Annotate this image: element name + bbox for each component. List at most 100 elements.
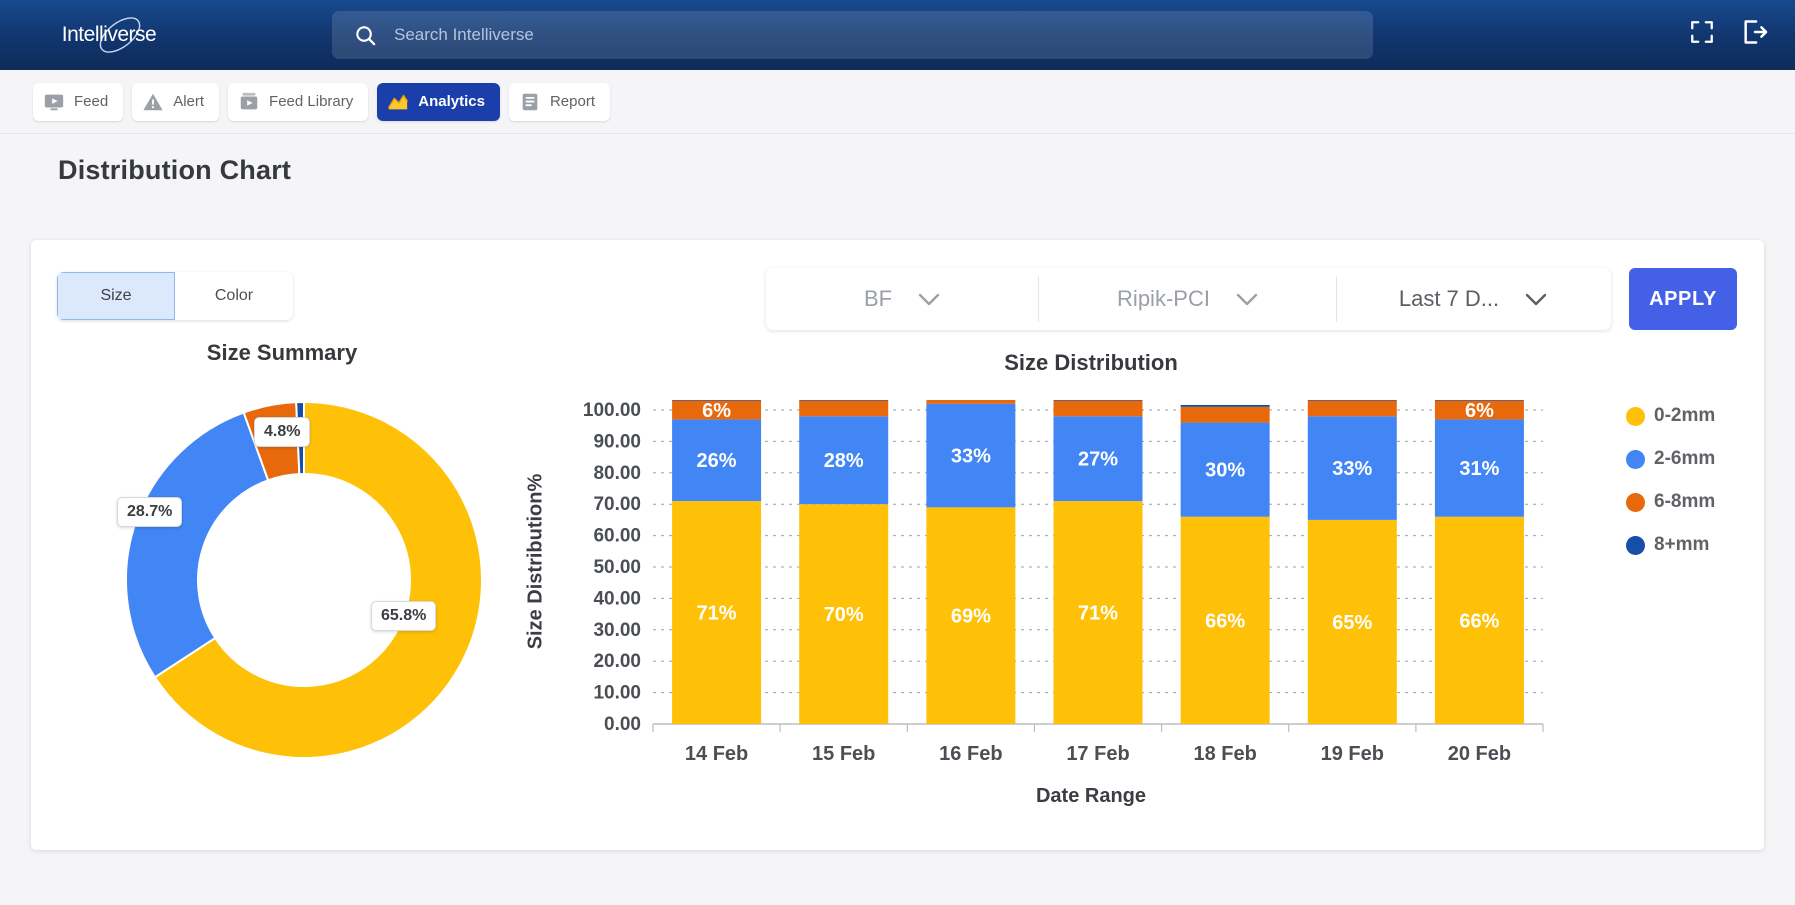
bar-segment-8+mm[interactable]	[1308, 400, 1397, 401]
bar-value-label: 70%	[824, 604, 864, 626]
tab-alert[interactable]: Alert	[132, 83, 219, 121]
donut-slice-2-6mm[interactable]	[126, 413, 268, 678]
size-summary-donut: 65.8% 28.7% 4.8%	[109, 385, 499, 775]
x-axis-tick-label: 19 Feb	[1321, 743, 1384, 765]
furnace-dropdown-value: BF	[864, 286, 892, 312]
bar-value-label: 33%	[951, 446, 991, 468]
page-header: Distribution Chart	[0, 134, 1795, 206]
page-title: Distribution Chart	[58, 155, 291, 186]
bar-chart-title: Size Distribution	[781, 350, 1401, 376]
x-axis-tick-label: 18 Feb	[1193, 743, 1256, 765]
y-axis-tick-label: 60.00	[593, 526, 641, 547]
bar-value-label: 33%	[1332, 458, 1372, 480]
plant-dropdown[interactable]: Ripik-PCI	[1039, 268, 1336, 330]
furnace-dropdown[interactable]: BF	[766, 268, 1038, 330]
date-range-dropdown-value: Last 7 D...	[1399, 286, 1499, 312]
donut-chart-title: Size Summary	[87, 340, 477, 366]
y-axis-tick-label: 10.00	[593, 683, 641, 704]
chevron-down-icon	[1236, 293, 1258, 306]
tab-label: Analytics	[418, 93, 485, 110]
toggle-option-size[interactable]: Size	[57, 272, 175, 320]
legend-label: 0-2mm	[1654, 405, 1715, 427]
tab-report[interactable]: Report	[509, 83, 610, 121]
bar-segment-8+mm[interactable]	[1054, 400, 1143, 401]
bar-value-label: 31%	[1459, 458, 1499, 480]
legend-color-dot	[1626, 450, 1645, 469]
bar-segment-6-8mm[interactable]	[1181, 407, 1270, 423]
legend-color-dot	[1626, 493, 1645, 512]
legend-item-2-6mm[interactable]: 2-6mm	[1626, 448, 1715, 470]
legend-label: 2-6mm	[1654, 448, 1715, 470]
legend-item-6-8mm[interactable]: 6-8mm	[1626, 491, 1715, 513]
alert-triangle-icon	[142, 91, 164, 113]
x-axis-tick-label: 15 Feb	[812, 743, 875, 765]
donut-label-2-6mm: 28.7%	[117, 497, 182, 527]
bar-segment-6-8mm[interactable]	[799, 401, 888, 417]
chart-legend: 0-2mm 2-6mm 6-8mm 8+mm	[1626, 405, 1715, 577]
y-axis-tick-label: 70.00	[593, 494, 641, 515]
logout-icon[interactable]	[1741, 18, 1769, 46]
bar-value-label: 6%	[1465, 400, 1494, 422]
bar-value-label: 26%	[697, 450, 737, 472]
bar-segment-6-8mm[interactable]	[926, 400, 1015, 404]
bar-value-label: 71%	[1078, 603, 1118, 625]
date-range-dropdown[interactable]: Last 7 D...	[1337, 268, 1609, 330]
bar-value-label: 30%	[1205, 460, 1245, 482]
x-axis-tick-label: 14 Feb	[685, 743, 748, 765]
legend-color-dot	[1626, 536, 1645, 555]
legend-item-8plus-mm[interactable]: 8+mm	[1626, 534, 1715, 556]
search-icon	[354, 24, 377, 47]
legend-item-0-2mm[interactable]: 0-2mm	[1626, 405, 1715, 427]
search-input[interactable]: Search Intelliverse	[332, 11, 1373, 59]
chevron-down-icon	[918, 293, 940, 306]
tab-feed-library[interactable]: Feed Library	[228, 83, 368, 121]
analytics-chart-icon	[387, 91, 409, 113]
legend-label: 8+mm	[1654, 534, 1709, 556]
bar-chart-svg: 0.00 10.00 20.00 30.00 40.00 50.00 60.00 70.00 8…	[561, 400, 1561, 780]
x-axis-label: Date Range	[781, 785, 1401, 808]
tab-label: Alert	[173, 93, 204, 110]
feed-play-icon	[43, 91, 65, 113]
x-axis-tick-label: 16 Feb	[939, 743, 1002, 765]
y-axis-tick-label: 100.00	[583, 400, 641, 421]
y-axis-tick-label: 30.00	[593, 620, 641, 641]
y-axis-tick-label: 0.00	[604, 714, 641, 735]
tab-analytics[interactable]: Analytics	[377, 83, 500, 121]
feed-library-icon	[238, 91, 260, 113]
bar-segment-8+mm[interactable]	[1435, 400, 1524, 401]
tab-feed[interactable]: Feed	[33, 83, 123, 121]
bar-value-label: 71%	[697, 603, 737, 625]
distribution-chart-card: Size Color BF Ripik-PCI Last 7 D... APPL…	[31, 240, 1764, 850]
tab-label: Feed Library	[269, 93, 353, 110]
bar-segment-8+mm[interactable]	[672, 400, 761, 401]
fullscreen-icon[interactable]	[1689, 19, 1715, 45]
bar-value-label: 27%	[1078, 449, 1118, 471]
bar-segment-6-8mm[interactable]	[1308, 401, 1397, 417]
toggle-option-color[interactable]: Color	[175, 272, 293, 320]
top-navigation-bar: Intelliverse Search Intelliverse	[0, 0, 1795, 70]
donut-label-6-8mm: 4.8%	[254, 417, 310, 447]
module-tab-bar: Feed Alert Feed Library Analytics	[0, 70, 1795, 134]
legend-color-dot	[1626, 407, 1645, 426]
apply-button[interactable]: APPLY	[1629, 268, 1737, 330]
bar-segment-8+mm[interactable]	[799, 400, 888, 401]
bar-segment-8+mm[interactable]	[1181, 405, 1270, 407]
tab-label: Report	[550, 93, 595, 110]
app-logo[interactable]: Intelliverse	[34, 12, 184, 58]
y-axis-tick-label: 20.00	[593, 651, 641, 672]
plant-dropdown-value: Ripik-PCI	[1117, 286, 1210, 312]
y-axis-tick-label: 40.00	[593, 588, 641, 609]
y-axis-tick-label: 50.00	[593, 557, 641, 578]
bar-value-label: 66%	[1205, 610, 1245, 632]
bar-segment-6-8mm[interactable]	[1054, 401, 1143, 417]
top-bar-actions	[1689, 18, 1769, 46]
donut-label-0-2mm: 65.8%	[371, 601, 436, 631]
y-axis-tick-label: 80.00	[593, 463, 641, 484]
x-axis-tick-label: 17 Feb	[1066, 743, 1129, 765]
report-document-icon	[519, 91, 541, 113]
filter-group: BF Ripik-PCI Last 7 D...	[766, 268, 1611, 330]
bar-value-label: 69%	[951, 606, 991, 628]
metric-toggle: Size Color	[57, 272, 293, 320]
size-distribution-bar-chart: 0.00 10.00 20.00 30.00 40.00 50.00 60.00 70.00 8…	[561, 400, 1561, 780]
bar-value-label: 65%	[1332, 612, 1372, 634]
